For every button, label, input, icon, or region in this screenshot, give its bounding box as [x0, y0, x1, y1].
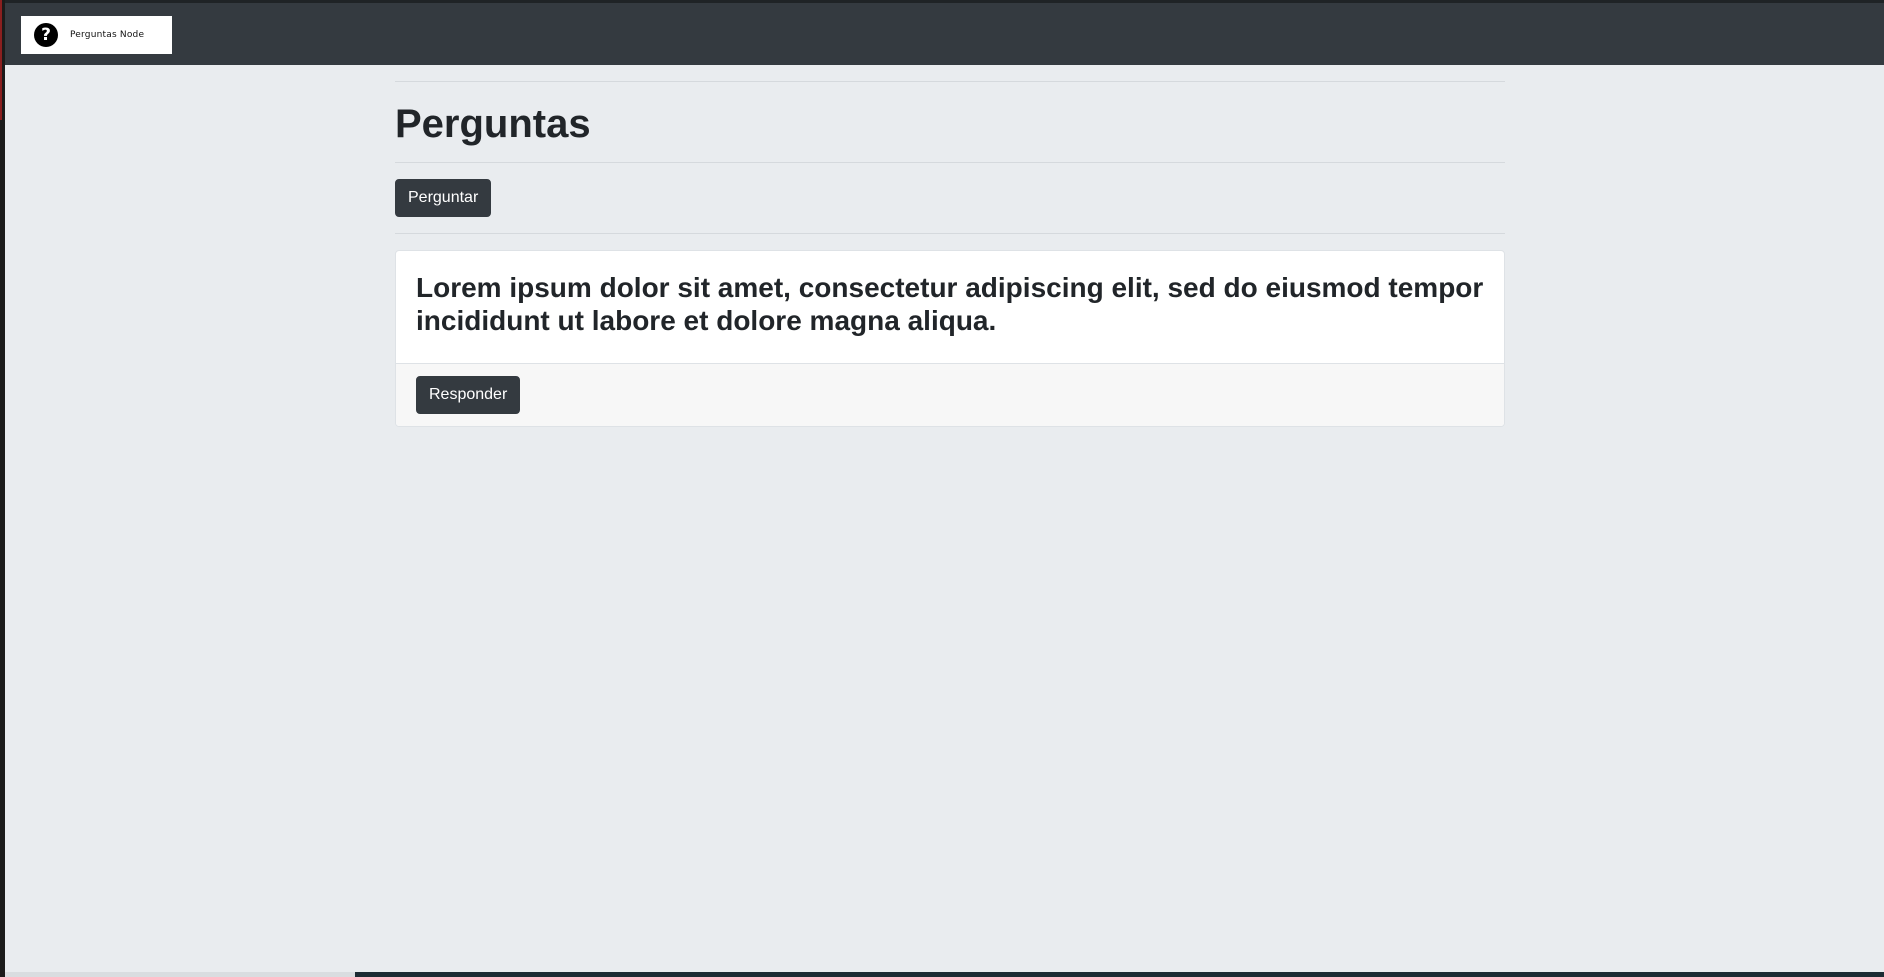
divider — [395, 81, 1505, 82]
divider — [395, 233, 1505, 234]
question-text: Lorem ipsum dolor sit amet, consectetur … — [416, 272, 1484, 336]
page-title: Perguntas — [395, 102, 591, 146]
navbar: ? Perguntas Node — [5, 0, 1884, 65]
ask-question-button[interactable]: Perguntar — [395, 179, 492, 217]
question-card-footer: Responder — [396, 364, 1504, 426]
question-card-body: Lorem ipsum dolor sit amet, consectetur … — [396, 251, 1504, 364]
answer-button[interactable]: Responder — [416, 376, 521, 414]
window-edge — [0, 0, 2, 120]
taskbar-strip-light — [5, 972, 355, 977]
brand-label: Perguntas Node — [70, 30, 145, 40]
brand-link[interactable]: ? Perguntas Node — [21, 16, 172, 54]
actions-row: Perguntar — [395, 163, 1505, 233]
question-circle-icon: ? — [34, 23, 58, 47]
app-frame: ? Perguntas Node Perguntas Perguntar Lor… — [0, 0, 1884, 977]
main-container: Perguntas Perguntar Lorem ipsum dolor si… — [395, 65, 1505, 427]
question-card: Lorem ipsum dolor sit amet, consectetur … — [395, 250, 1505, 427]
